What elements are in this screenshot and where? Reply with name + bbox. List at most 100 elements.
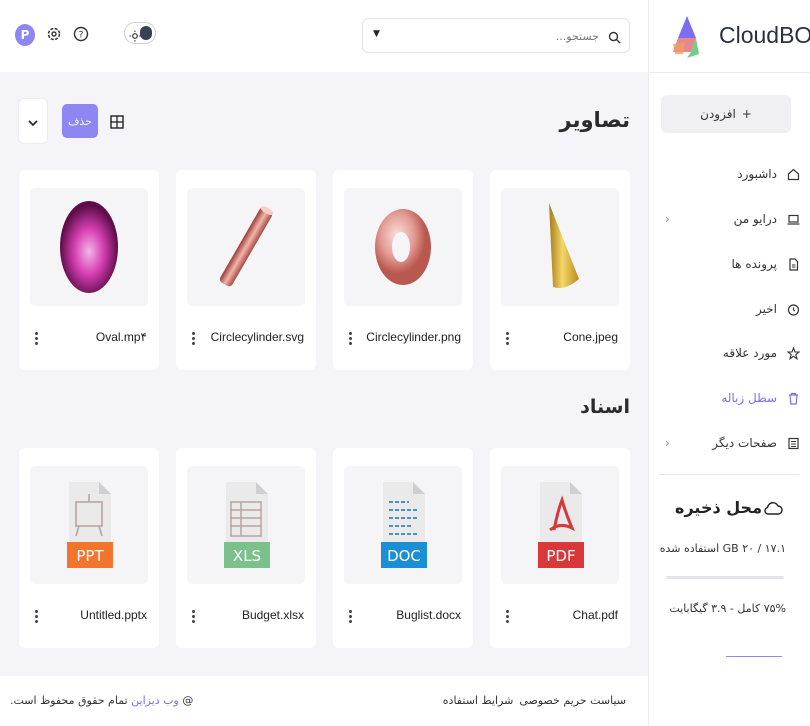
file-thumbnail bbox=[344, 188, 462, 306]
user-avatar[interactable]: P bbox=[15, 24, 35, 46]
sidebar-item-favorites[interactable]: مورد علاقه bbox=[661, 340, 801, 366]
image-card-torus[interactable]: Circlecylinder.png bbox=[333, 170, 473, 370]
image-card-cone[interactable]: Cone.jpeg bbox=[490, 170, 630, 370]
file-name: Circlecylinder.png bbox=[366, 330, 461, 344]
sidebar-item-dashboard[interactable]: داشبورد bbox=[661, 161, 801, 187]
chevron-left-icon: ‹ bbox=[665, 212, 670, 226]
xls-badge: XLS bbox=[233, 547, 261, 565]
sidebar-item-files[interactable]: پرونده ها bbox=[661, 251, 801, 277]
search-scope-dropdown[interactable]: ▼ bbox=[373, 29, 380, 39]
file-thumbnail bbox=[187, 188, 305, 306]
sidebar-item-label: صفحات دیگر bbox=[712, 436, 777, 450]
theme-toggle[interactable] bbox=[124, 22, 156, 44]
file-name: Circlecylinder.svg bbox=[210, 330, 304, 344]
document-card-doc[interactable]: DOC Buglist.docx bbox=[333, 448, 473, 648]
document-card-xls[interactable]: XLS Budget.xlsx bbox=[176, 448, 316, 648]
more-options-icon[interactable] bbox=[349, 332, 353, 346]
more-options-icon[interactable] bbox=[506, 610, 510, 624]
pdf-file-icon: PDF bbox=[538, 482, 584, 568]
privacy-policy-link[interactable]: سیاست حریم خصوصی bbox=[519, 694, 626, 707]
copyright-symbol: @ bbox=[182, 694, 194, 707]
doc-badge: DOC bbox=[387, 547, 421, 565]
more-options-icon[interactable] bbox=[192, 610, 196, 624]
settings-icon[interactable] bbox=[44, 24, 64, 44]
search-input[interactable] bbox=[391, 25, 599, 47]
trash-icon bbox=[785, 390, 801, 406]
more-options-icon[interactable] bbox=[506, 332, 510, 346]
file-thumbnail bbox=[501, 188, 619, 306]
cone-image bbox=[549, 203, 579, 288]
plus-icon: + bbox=[741, 107, 752, 121]
sidebar-item-label: داشبورد bbox=[737, 167, 777, 181]
storage-title: محل ذخیره bbox=[675, 498, 762, 517]
more-options-icon[interactable] bbox=[192, 332, 196, 346]
brand-link[interactable]: وب دیزاین bbox=[131, 694, 179, 707]
copyright-text: @ وب دیزاین تمام حقوق محفوظ است. bbox=[10, 694, 193, 707]
file-name: Budget.xlsx bbox=[241, 608, 304, 622]
file-thumbnail: DOC bbox=[344, 466, 462, 584]
star-icon bbox=[785, 345, 801, 361]
storage-used-text: ۱۷.۱ / ۲۰ GB استفاده شده bbox=[659, 542, 786, 555]
brand-name: CloudBOX bbox=[719, 22, 810, 48]
pdf-badge: PDF bbox=[546, 547, 575, 565]
image-card-cylinder[interactable]: Circlecylinder.svg bbox=[176, 170, 316, 370]
footer-links: سیاست حریم خصوصی شرایط استفاده bbox=[443, 694, 626, 707]
sidebar-item-label: درایو من bbox=[733, 212, 777, 226]
chevron-left-icon: ‹ bbox=[665, 436, 670, 450]
image-card-oval[interactable]: Oval.mp۴ bbox=[19, 170, 159, 370]
sidebar: CloudBOX + افزودن داشبورد درایو من ‹ پرو… bbox=[648, 0, 810, 726]
document-card-pdf[interactable]: PDF Chat.pdf bbox=[490, 448, 630, 648]
file-name: Chat.pdf bbox=[572, 608, 618, 622]
images-section-title: تصاویر bbox=[559, 108, 630, 132]
storage-link-underline bbox=[726, 656, 782, 657]
doc-file-icon: DOC bbox=[381, 482, 427, 568]
xls-file-icon: XLS bbox=[224, 482, 270, 568]
sidebar-item-recent[interactable]: اخیر bbox=[661, 296, 801, 322]
file-thumbnail: PPT bbox=[30, 466, 148, 584]
divider bbox=[649, 72, 810, 73]
file-icon bbox=[785, 256, 801, 272]
sidebar-item-my-drive[interactable]: درایو من ‹ bbox=[661, 206, 801, 232]
chevron-down-icon bbox=[28, 112, 38, 131]
file-thumbnail: XLS bbox=[187, 466, 305, 584]
brand-logo[interactable]: CloudBOX bbox=[669, 14, 810, 62]
grid-view-icon[interactable] bbox=[110, 114, 124, 133]
file-thumbnail bbox=[30, 188, 148, 306]
more-options-icon[interactable] bbox=[349, 610, 353, 624]
home-icon bbox=[785, 166, 801, 182]
footer: @ وب دیزاین تمام حقوق محفوظ است. سیاست ح… bbox=[0, 676, 648, 726]
sidebar-item-label: پرونده ها bbox=[731, 257, 777, 271]
more-options-icon[interactable] bbox=[35, 610, 39, 624]
document-card-ppt[interactable]: PPT Untitled.pptx bbox=[19, 448, 159, 648]
toggle-knob bbox=[140, 26, 152, 40]
view-options-dropdown[interactable] bbox=[18, 98, 48, 144]
oval-image bbox=[60, 201, 118, 293]
top-bar: P ? ▼ bbox=[0, 0, 648, 72]
delete-button[interactable]: حذف bbox=[62, 104, 98, 138]
add-button-label: افزودن bbox=[700, 107, 736, 121]
more-options-icon[interactable] bbox=[35, 332, 39, 346]
help-icon[interactable]: ? bbox=[71, 24, 91, 44]
sidebar-item-label: سطل زباله bbox=[721, 391, 777, 405]
storage-progress-bar bbox=[666, 576, 784, 579]
search-icon[interactable] bbox=[608, 29, 621, 48]
cylinder-image bbox=[219, 206, 274, 287]
cloud-icon bbox=[763, 500, 783, 520]
file-name: Untitled.pptx bbox=[80, 608, 147, 622]
search-box: ▼ bbox=[362, 18, 630, 53]
documents-section-title: اسناد bbox=[580, 396, 630, 418]
ppt-file-icon: PPT bbox=[67, 482, 113, 568]
add-button[interactable]: + افزودن bbox=[661, 95, 791, 133]
file-name: Buglist.docx bbox=[396, 608, 461, 622]
file-thumbnail: PDF bbox=[501, 466, 619, 584]
sidebar-item-label: مورد علاقه bbox=[722, 346, 777, 360]
laptop-icon bbox=[785, 211, 801, 227]
file-name: Cone.jpeg bbox=[563, 330, 618, 344]
terms-link[interactable]: شرایط استفاده bbox=[443, 694, 514, 707]
sidebar-item-other-pages[interactable]: صفحات دیگر ‹ bbox=[661, 430, 801, 456]
cloudbox-logo-icon bbox=[673, 16, 699, 58]
torus-image bbox=[375, 209, 431, 285]
divider bbox=[659, 474, 799, 475]
copyright-suffix: تمام حقوق محفوظ است. bbox=[10, 694, 128, 707]
sidebar-item-trash[interactable]: سطل زباله bbox=[661, 385, 801, 411]
